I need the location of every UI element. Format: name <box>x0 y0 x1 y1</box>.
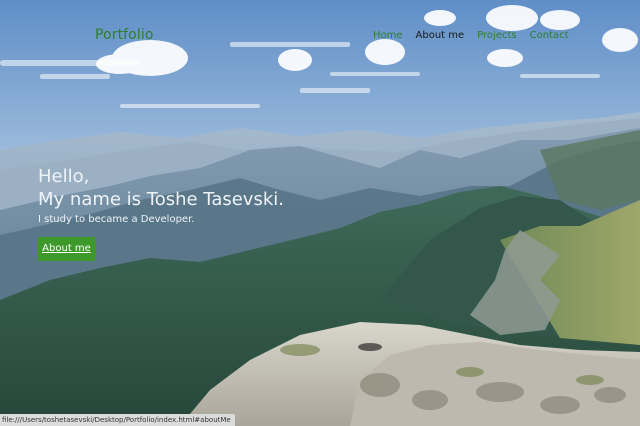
top-navigation: Portfolio Home About me Projects Contact <box>0 27 640 47</box>
status-bar-url: file:///Users/toshetasevski/Desktop/Port… <box>0 414 235 426</box>
intro-name-heading: My name is Toshe Tasevski. <box>38 189 284 210</box>
intro-tagline: I study to became a Developer. <box>38 214 195 225</box>
nav-link-about-me[interactable]: About me <box>416 30 465 41</box>
nav-link-projects[interactable]: Projects <box>477 30 516 41</box>
intro-section: Hello, My name is Toshe Tasevski. I stud… <box>38 165 284 225</box>
brand-logo-text[interactable]: Portfolio <box>95 27 154 43</box>
nav-link-contact[interactable]: Contact <box>530 30 569 41</box>
intro-greeting: Hello, <box>38 166 90 187</box>
nav-link-home[interactable]: Home <box>373 30 403 41</box>
about-me-button[interactable]: About me <box>38 237 95 261</box>
nav-links: Home About me Projects Contact <box>373 30 582 41</box>
